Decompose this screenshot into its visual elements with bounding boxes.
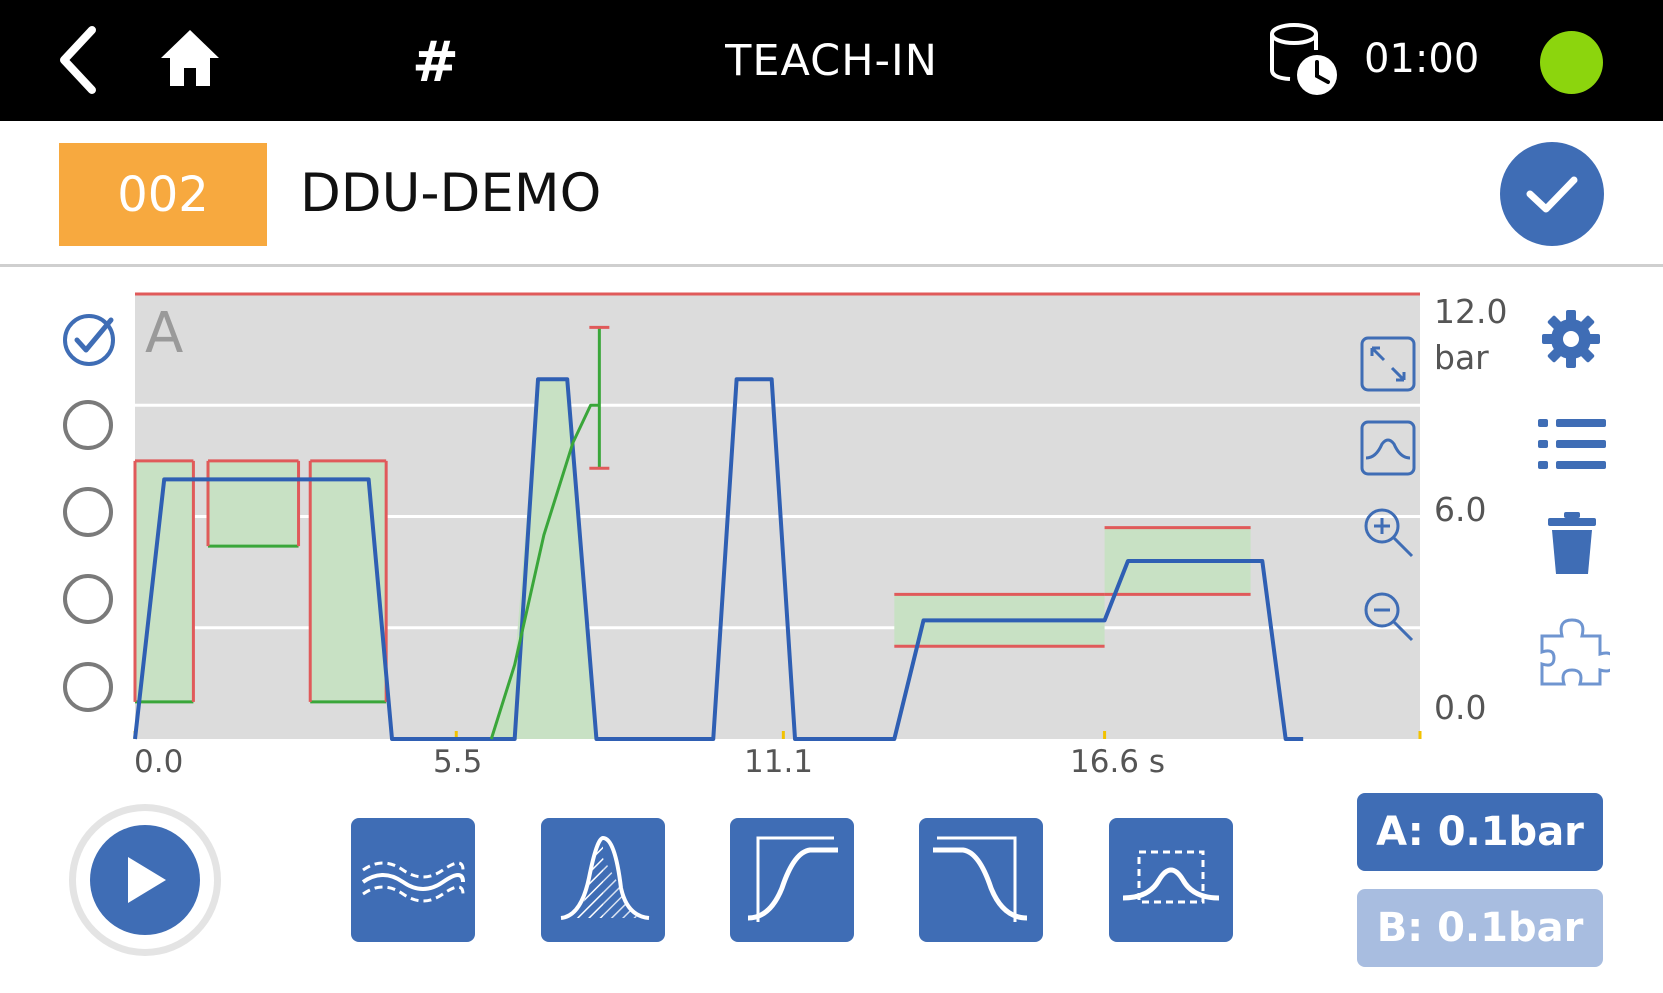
play-button[interactable] [69,804,221,956]
divider [0,264,1663,267]
database-clock-icon[interactable] [1264,20,1344,100]
settings-icon[interactable] [1540,308,1602,370]
range-a-button[interactable]: A: 0.1bar [1357,793,1603,871]
noise-band-button[interactable] [351,818,475,942]
rise-curve-icon [747,836,838,922]
zoom-in-icon[interactable] [1360,504,1416,560]
status-indicator [1540,31,1603,94]
confirm-button[interactable] [1500,142,1604,246]
fall-curve-button[interactable] [919,818,1043,942]
noise-band-icon [361,861,465,903]
range-b-button[interactable]: B: 0.1bar [1357,889,1603,967]
expand-icon[interactable] [1360,336,1416,392]
distribution-button[interactable] [541,818,665,942]
window-icon [1122,850,1220,904]
pressure-chart[interactable]: A [0,280,1450,800]
x-tick-label: 0.0 [134,744,184,780]
y-tick-label: 0.0 [1434,688,1487,727]
top-bar: # TEACH-IN 01:00 [0,0,1663,121]
window-button[interactable] [1109,818,1233,942]
channel-label: A [145,301,183,366]
puzzle-icon[interactable] [1534,612,1616,688]
zoom-out-icon[interactable] [1360,588,1416,644]
y-tick-label: 6.0 [1434,490,1487,529]
tolerance-window [310,460,387,702]
y-unit-label: bar [1434,338,1489,377]
program-number[interactable]: 002 [59,143,267,246]
x-tick-label: 5.5 [433,744,483,780]
play-button-core [90,825,200,935]
play-icon [128,857,166,903]
fit-curve-icon[interactable] [1360,420,1416,476]
tolerance-window [208,460,299,547]
clock-readout: 01:00 [1364,36,1480,82]
fall-curve-icon [933,836,1028,922]
trash-icon[interactable] [1546,512,1598,576]
rise-curve-button[interactable] [730,818,854,942]
x-tick-label: 11.1 [744,744,814,780]
x-tick-label: 16.6 s [1070,744,1166,780]
play-button-ring [76,811,214,949]
y-tick-label: 12.0 [1434,292,1508,331]
program-name: DDU-DEMO [300,163,602,224]
distribution-icon [560,835,650,920]
list-icon[interactable] [1538,416,1606,472]
checkmark-icon [1526,176,1578,213]
